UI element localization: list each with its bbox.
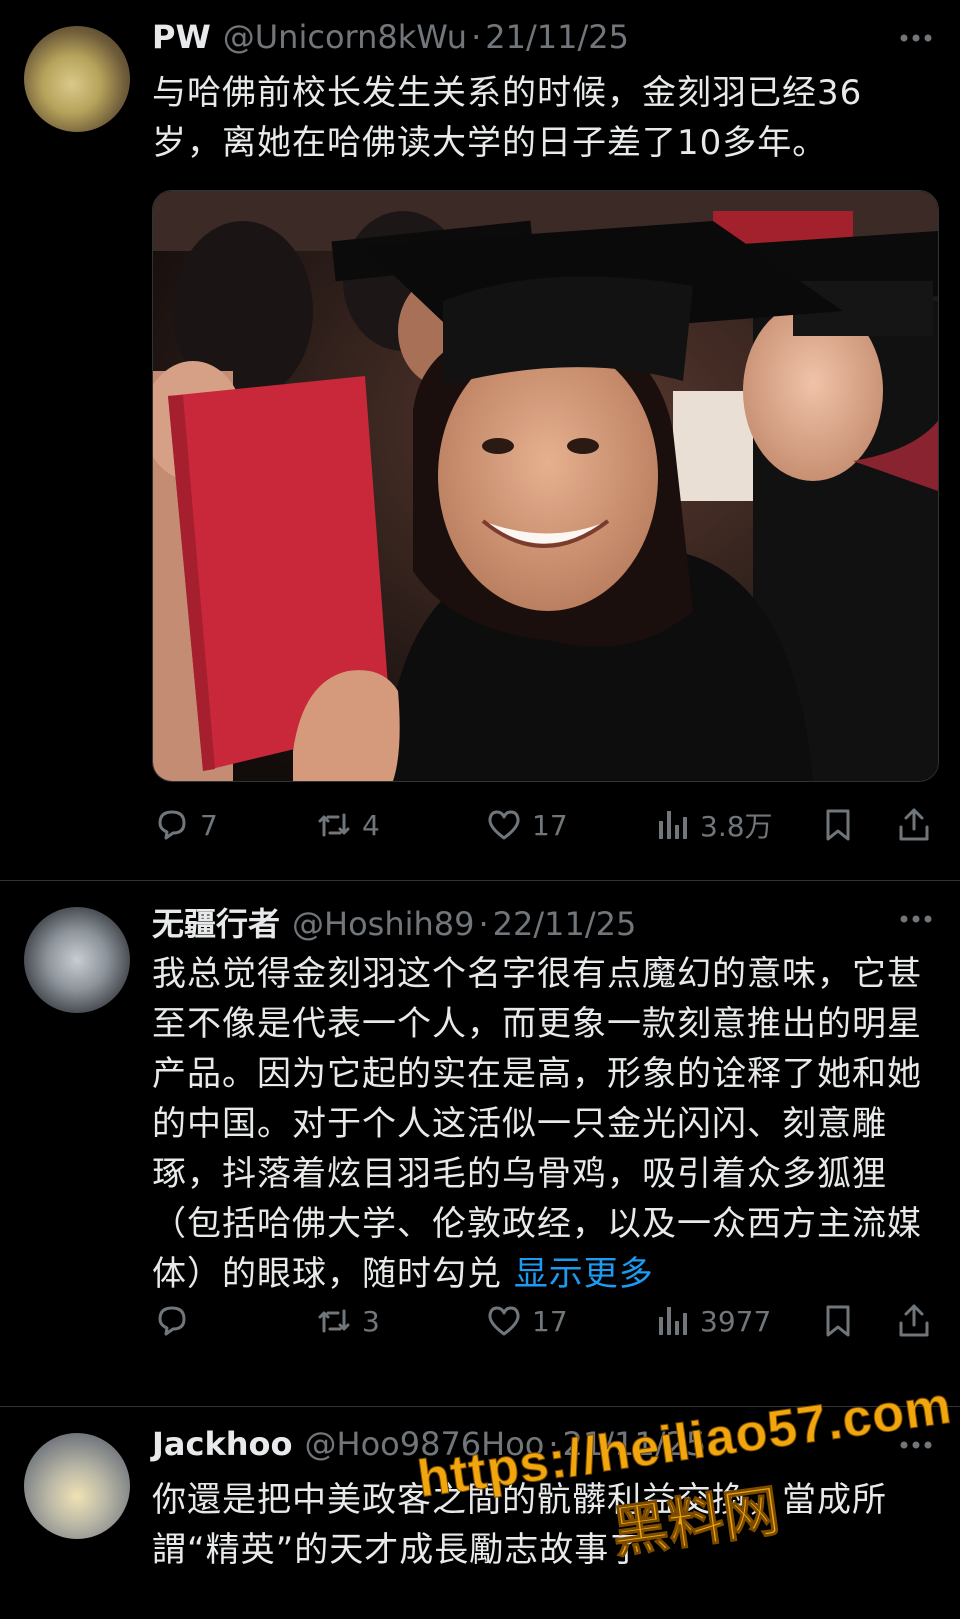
more-dots-icon[interactable] bbox=[898, 1437, 934, 1453]
author-name[interactable]: 无疆行者 bbox=[152, 899, 280, 945]
tweet-hoshih[interactable]: 无疆行者 @Hoshih89 · 22/11/25 我总觉得金刻羽这个名字很有点… bbox=[0, 881, 960, 1407]
retweet-icon bbox=[318, 813, 350, 837]
tweet-jackhoo[interactable]: Jackhoo @Hoo9876Hoo · 21/11/25 你還是把中美政客之… bbox=[0, 1407, 960, 1619]
like-button[interactable]: 17 bbox=[484, 1296, 568, 1346]
tweet-date[interactable]: 22/11/25 bbox=[493, 905, 637, 943]
share-button[interactable] bbox=[894, 1296, 942, 1346]
retweet-count: 3 bbox=[362, 1304, 380, 1338]
like-button[interactable]: 17 bbox=[484, 800, 568, 850]
avatar[interactable] bbox=[24, 1433, 130, 1539]
retweet-count: 4 bbox=[362, 808, 380, 842]
graduation-photo bbox=[153, 191, 938, 781]
bookmark-icon bbox=[826, 809, 850, 841]
views-button[interactable]: 3.8万 bbox=[652, 800, 773, 850]
heart-icon bbox=[488, 810, 520, 840]
bookmark-icon bbox=[826, 1305, 850, 1337]
share-icon bbox=[899, 808, 929, 841]
retweet-button[interactable]: 3 bbox=[314, 1296, 380, 1346]
author-name[interactable]: Jackhoo bbox=[152, 1425, 293, 1463]
more-dots-icon[interactable] bbox=[898, 911, 934, 927]
reply-button[interactable]: 7 bbox=[152, 800, 218, 850]
like-count: 17 bbox=[532, 808, 568, 842]
tweet-pw[interactable]: PW @Unicorn8kWu · 21/11/25 与哈佛前校长发生关系的时候… bbox=[0, 0, 960, 881]
retweet-button[interactable]: 4 bbox=[314, 800, 380, 850]
author-name[interactable]: PW bbox=[152, 18, 211, 56]
bookmark-button[interactable] bbox=[818, 1296, 866, 1346]
tweet-actions: 3 17 3977 bbox=[152, 1296, 942, 1346]
tweet-text-body: 我总觉得金刻羽这个名字很有点魔幻的意味，它甚至不像是代表一个人，而更象一款刻意推… bbox=[152, 954, 922, 1294]
reply-button[interactable] bbox=[152, 1296, 200, 1346]
tweet-header: PW @Unicorn8kWu · 21/11/25 bbox=[152, 18, 629, 62]
tweet-text: 与哈佛前校长发生关系的时候，金刻羽已经36岁，离她在哈佛读大学的日子差了10多年… bbox=[152, 73, 863, 163]
tweet-actions: 7 4 17 3.8万 bbox=[152, 800, 942, 850]
views-icon bbox=[659, 811, 687, 839]
tweet-text: 你還是把中美政客之間的骯髒利益交換，當成所謂“精英”的天才成長勵志故事了 bbox=[152, 1480, 887, 1570]
avatar[interactable] bbox=[24, 26, 130, 132]
author-handle[interactable]: @Hoo9876Hoo bbox=[305, 1425, 545, 1463]
show-more-link[interactable]: 显示更多 bbox=[514, 1254, 654, 1294]
heart-icon bbox=[488, 1306, 520, 1336]
reply-icon bbox=[158, 1306, 186, 1336]
views-count: 3.8万 bbox=[700, 810, 773, 843]
more-dots-icon[interactable] bbox=[898, 30, 934, 46]
tweet-date[interactable]: 21/11/25 bbox=[485, 18, 629, 56]
tweet-header: Jackhoo @Hoo9876Hoo · 21/11/25 bbox=[152, 1425, 706, 1469]
retweet-icon bbox=[318, 1309, 350, 1333]
timeline-feed: PW @Unicorn8kWu · 21/11/25 与哈佛前校长发生关系的时候… bbox=[0, 0, 960, 1619]
like-count: 17 bbox=[532, 1304, 568, 1338]
separator-dot: · bbox=[471, 18, 482, 56]
share-button[interactable] bbox=[894, 800, 942, 850]
views-icon bbox=[659, 1307, 687, 1335]
reply-icon bbox=[158, 810, 186, 840]
separator-dot: · bbox=[478, 905, 489, 943]
avatar[interactable] bbox=[24, 907, 130, 1013]
views-count: 3977 bbox=[700, 1304, 772, 1338]
views-button[interactable]: 3977 bbox=[652, 1296, 771, 1346]
reply-count: 7 bbox=[200, 808, 218, 842]
tweet-header: 无疆行者 @Hoshih89 · 22/11/25 bbox=[152, 899, 636, 943]
separator-dot: · bbox=[548, 1425, 559, 1463]
tweet-text: 我总觉得金刻羽这个名字很有点魔幻的意味，它甚至不像是代表一个人，而更象一款刻意推… bbox=[152, 949, 932, 1299]
author-handle[interactable]: @Unicorn8kWu bbox=[223, 18, 467, 56]
bookmark-button[interactable] bbox=[818, 800, 866, 850]
share-icon bbox=[899, 1304, 929, 1337]
author-handle[interactable]: @Hoshih89 bbox=[292, 905, 474, 943]
tweet-date[interactable]: 21/11/25 bbox=[563, 1425, 707, 1463]
tweet-photo[interactable] bbox=[152, 190, 939, 782]
